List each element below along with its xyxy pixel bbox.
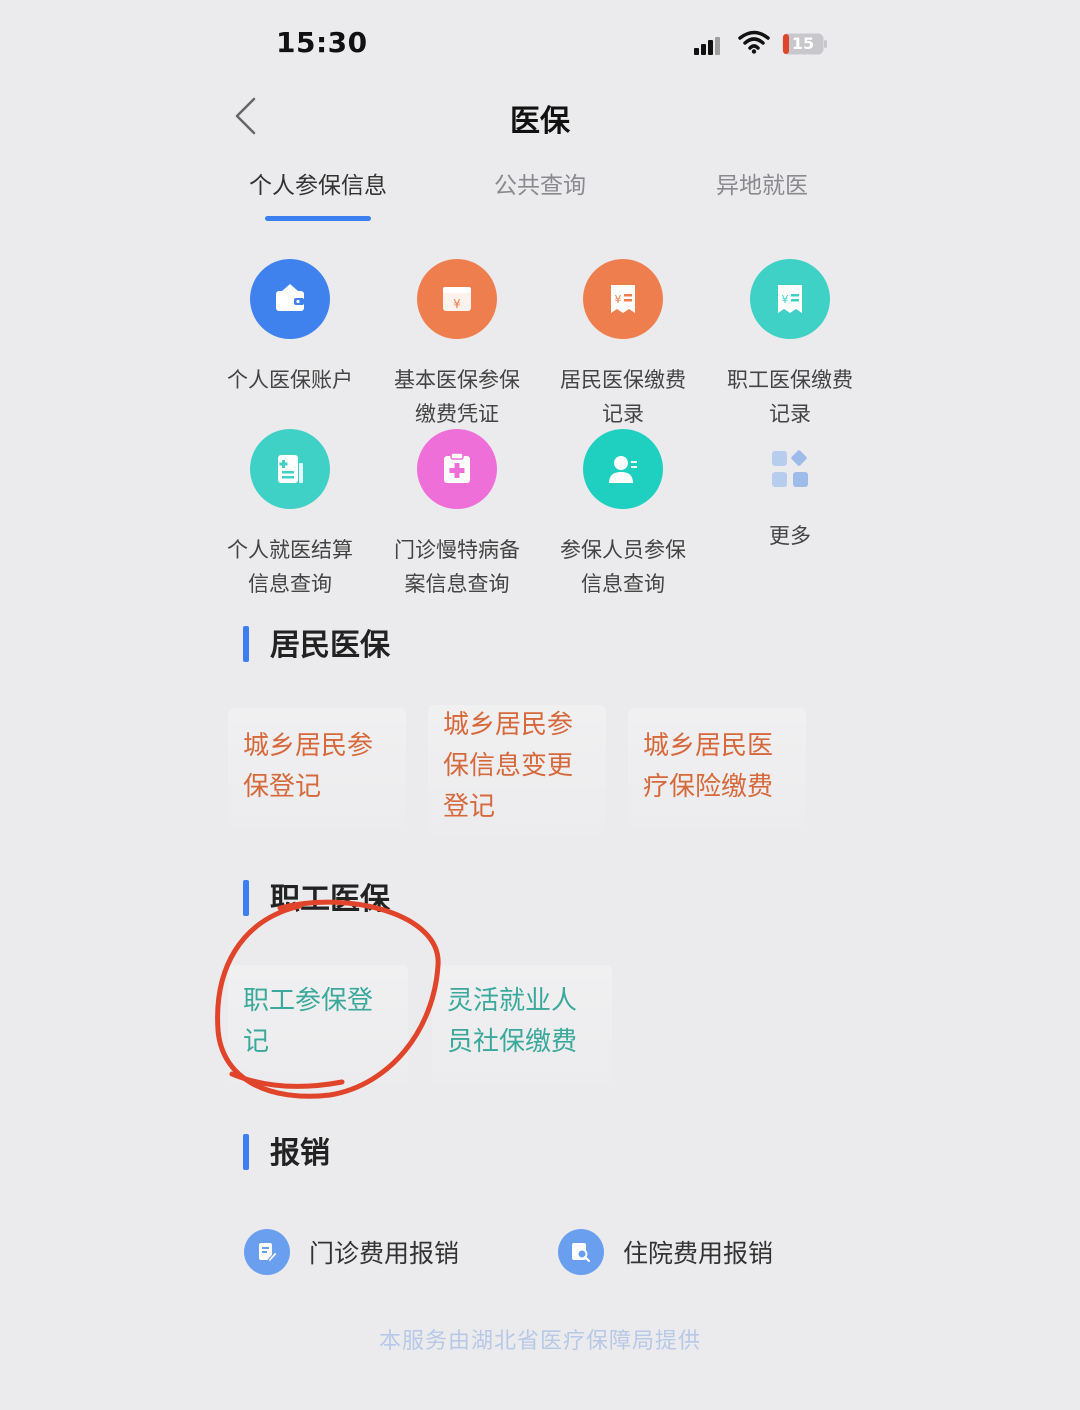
- wallet-icon: [250, 259, 330, 339]
- wifi-icon: [738, 30, 770, 54]
- svg-text:¥: ¥: [782, 293, 789, 306]
- svg-text:¥: ¥: [453, 297, 461, 311]
- grid-more-icon: [772, 450, 808, 487]
- payment-record-icon: ¥: [750, 259, 830, 339]
- card-label: 灵活就业人 员社保缴费: [447, 986, 578, 1057]
- tab-personal-info[interactable]: 个人参保信息: [218, 166, 418, 200]
- grid-item-payment-voucher[interactable]: ¥ 基本医保参保 缴费凭证: [372, 259, 542, 431]
- grid-item-insured-person-query[interactable]: 参保人员参保 信息查询: [538, 429, 708, 601]
- section-marker: [243, 880, 249, 916]
- card-label: 城乡居民医 疗保险缴费: [643, 731, 774, 802]
- tab-public-query[interactable]: 公共查询: [440, 166, 640, 200]
- hospitalization-reimbursement-item[interactable]: 住院费用报销: [558, 1229, 773, 1275]
- outpatient-reimbursement-item[interactable]: 门诊费用报销: [244, 1229, 459, 1275]
- payment-record-icon: ¥: [583, 259, 663, 339]
- page-title: 医保: [510, 104, 570, 139]
- grid-item-label: 门诊慢特病备 案信息查询: [394, 538, 520, 596]
- battery-level: 15: [791, 34, 815, 53]
- document-icon: [250, 429, 330, 509]
- employee-registration-card[interactable]: 职工参保登 记: [228, 965, 408, 1085]
- footer-provider-text: 本服务由湖北省医疗保障局提供: [378, 1329, 701, 1354]
- signal-icon: [694, 37, 720, 55]
- svg-text:¥: ¥: [615, 293, 622, 306]
- medical-clipboard-icon: [417, 429, 497, 509]
- grid-item-chronic-disease-query[interactable]: 门诊慢特病备 案信息查询: [372, 429, 542, 601]
- grid-item-more[interactable]: 更多: [705, 429, 875, 553]
- grid-item-label: 职工医保缴费 记录: [727, 368, 853, 426]
- resident-info-change-card[interactable]: 城乡居民参 保信息变更 登记: [428, 705, 606, 835]
- card-label: 城乡居民参 保登记: [243, 731, 374, 802]
- grid-item-label: 个人就医结算 信息查询: [227, 538, 353, 596]
- grid-item-settlement-query[interactable]: 个人就医结算 信息查询: [205, 429, 375, 601]
- person-icon: [583, 429, 663, 509]
- pen-document-icon: [244, 1229, 290, 1275]
- grid-item-label: 居民医保缴费 记录: [560, 368, 686, 426]
- grid-item-label: 个人医保账户: [227, 368, 353, 392]
- card-label: 职工参保登 记: [243, 986, 374, 1057]
- grid-item-employee-payment-record[interactable]: ¥ 职工医保缴费 记录: [705, 259, 875, 431]
- resident-registration-card[interactable]: 城乡居民参 保登记: [228, 708, 406, 828]
- card-label: 城乡居民参 保信息变更 登记: [443, 710, 574, 822]
- grid-item-label: 更多: [769, 524, 811, 548]
- section-marker: [243, 626, 249, 662]
- grid-item-personal-account[interactable]: 个人医保账户: [205, 259, 375, 397]
- app-screen: 15:30 15 医保 个人参保信息 公共查询 异地就医 个人医保账户 ¥ 基本…: [0, 0, 1080, 1410]
- resident-insurance-payment-card[interactable]: 城乡居民医 疗保险缴费: [628, 708, 806, 828]
- reimbursement-label: 住院费用报销: [623, 1239, 774, 1268]
- section-title-reimbursement: 报销: [270, 1136, 330, 1171]
- receipt-yuan-icon: ¥: [417, 259, 497, 339]
- search-document-icon: [558, 1229, 604, 1275]
- status-time: 15:30: [276, 26, 368, 59]
- section-marker: [243, 1134, 249, 1170]
- grid-item-label: 参保人员参保 信息查询: [560, 538, 686, 596]
- tab-remote-medical[interactable]: 异地就医: [662, 166, 862, 200]
- active-tab-indicator: [265, 216, 371, 221]
- battery-icon: 15: [782, 33, 828, 55]
- grid-item-resident-payment-record[interactable]: ¥ 居民医保缴费 记录: [538, 259, 708, 431]
- section-title-resident: 居民医保: [270, 628, 390, 663]
- section-title-employee: 职工医保: [270, 882, 390, 917]
- reimbursement-label: 门诊费用报销: [309, 1239, 460, 1268]
- grid-item-label: 基本医保参保 缴费凭证: [394, 368, 520, 426]
- flexible-employment-payment-card[interactable]: 灵活就业人 员社保缴费: [432, 965, 612, 1085]
